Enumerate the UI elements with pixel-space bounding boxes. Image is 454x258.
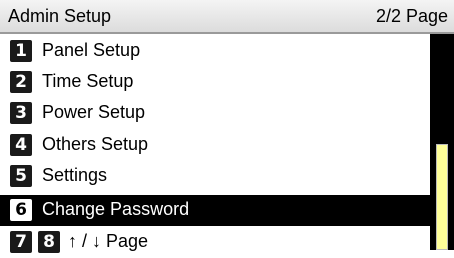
number-4-badge: 4 [10,134,32,156]
number-3-badge: 3 [10,102,32,124]
menu-item-label: Settings [42,165,108,185]
menu-title: Admin Setup [8,6,112,26]
page-navigation-row[interactable]: 7 8 ↑ / ↓ Page [0,227,430,258]
menu-item-others-setup[interactable]: 4 Others Setup [0,130,430,161]
number-1-badge: 1 [10,40,32,62]
menu-item-label: Panel Setup [42,40,141,60]
page-navigation-label: ↑ / ↓ Page [68,231,149,251]
number-2-badge: 2 [10,71,32,93]
menu-list: 1 Panel Setup 2 Time Setup 3 Power Setup… [0,34,430,253]
menu-item-power-setup[interactable]: 3 Power Setup [0,98,430,129]
number-5-badge: 5 [10,165,32,187]
scrollbar[interactable] [430,34,454,250]
title-bar: Admin Setup 2/2 Page [0,0,454,34]
menu-item-label: Time Setup [42,71,134,91]
menu-item-settings[interactable]: 5 Settings [0,161,430,192]
page-indicator: 2/2 Page [375,6,448,26]
number-6-badge: 6 [10,199,32,221]
menu-item-panel-setup[interactable]: 1 Panel Setup [0,36,430,67]
menu-item-label: Power Setup [42,102,146,122]
menu-item-label: Others Setup [42,134,149,154]
scrollbar-thumb[interactable] [436,144,448,250]
menu-item-time-setup[interactable]: 2 Time Setup [0,67,430,98]
menu-item-label: Change Password [42,199,190,219]
menu-item-change-password[interactable]: 6 Change Password [0,195,430,226]
